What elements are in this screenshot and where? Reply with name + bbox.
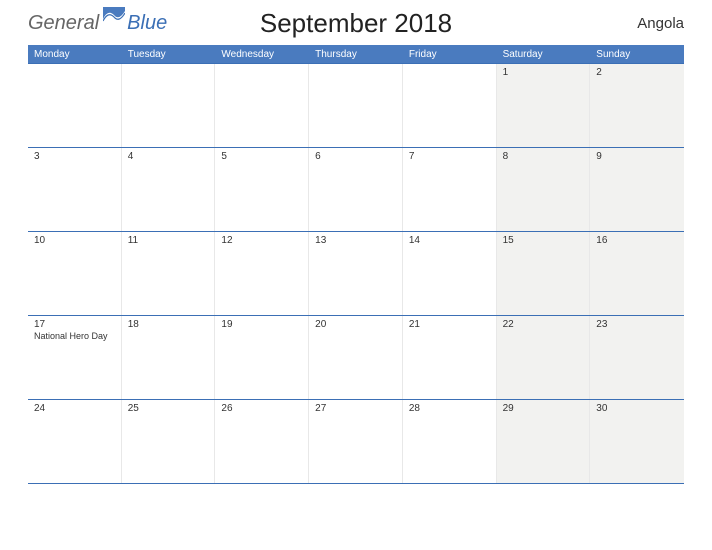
logo-wave-icon — [103, 7, 125, 23]
day-number: 7 — [409, 151, 490, 162]
day-cell: 26 — [215, 400, 309, 483]
day-cell: 18 — [122, 316, 216, 399]
day-number: 8 — [503, 151, 584, 162]
day-number: 19 — [221, 319, 302, 330]
day-cell: 13 — [309, 232, 403, 315]
day-number: 20 — [315, 319, 396, 330]
day-cell: 21 — [403, 316, 497, 399]
week-row: 10 11 12 13 14 15 16 — [28, 231, 684, 315]
calendar-grid: MondayTuesdayWednesdayThursdayFridaySatu… — [28, 45, 684, 483]
week-row: 17National Hero Day 18 19 20 21 22 23 — [28, 315, 684, 399]
day-cell: 6 — [309, 148, 403, 231]
day-number: 2 — [596, 67, 678, 78]
week-row: 3 4 5 6 7 8 9 — [28, 147, 684, 231]
day-cell — [403, 64, 497, 147]
day-cell: 10 — [28, 232, 122, 315]
day-cell — [309, 64, 403, 147]
logo: General Blue — [28, 12, 167, 35]
week-row: 12 — [28, 63, 684, 147]
day-number: 1 — [503, 67, 584, 78]
day-number: 29 — [503, 403, 584, 414]
day-cell: 1 — [497, 64, 591, 147]
weekday-label: Wednesday — [215, 46, 309, 63]
weekday-label: Sunday — [590, 46, 684, 63]
calendar-title: September 2018 — [260, 8, 452, 39]
day-cell: 23 — [590, 316, 684, 399]
day-number: 30 — [596, 403, 678, 414]
day-cell: 30 — [590, 400, 684, 483]
day-number: 10 — [34, 235, 115, 246]
day-cell: 17National Hero Day — [28, 316, 122, 399]
day-cell: 11 — [122, 232, 216, 315]
day-cell — [215, 64, 309, 147]
day-cell: 12 — [215, 232, 309, 315]
day-cell: 3 — [28, 148, 122, 231]
weekday-label: Thursday — [309, 46, 403, 63]
day-cell: 2 — [590, 64, 684, 147]
logo-text-blue: Blue — [127, 12, 167, 35]
day-number: 11 — [128, 235, 209, 246]
day-cell: 7 — [403, 148, 497, 231]
logo-text-general: General — [28, 12, 99, 35]
day-cell: 5 — [215, 148, 309, 231]
day-number: 28 — [409, 403, 490, 414]
day-cell — [28, 64, 122, 147]
day-cell: 25 — [122, 400, 216, 483]
day-cell: 27 — [309, 400, 403, 483]
day-number: 6 — [315, 151, 396, 162]
weekday-label: Monday — [28, 46, 122, 63]
day-number: 16 — [596, 235, 678, 246]
day-cell: 15 — [497, 232, 591, 315]
day-number: 22 — [503, 319, 584, 330]
day-cell: 19 — [215, 316, 309, 399]
day-number: 27 — [315, 403, 396, 414]
day-cell: 14 — [403, 232, 497, 315]
calendar-bottom-border — [28, 483, 684, 484]
day-cell: 9 — [590, 148, 684, 231]
day-cell: 22 — [497, 316, 591, 399]
weekday-label: Friday — [403, 46, 497, 63]
region-label: Angola — [637, 15, 684, 32]
day-cell: 16 — [590, 232, 684, 315]
day-number: 25 — [128, 403, 209, 414]
day-cell — [122, 64, 216, 147]
day-number: 26 — [221, 403, 302, 414]
day-number: 9 — [596, 151, 678, 162]
week-row: 24 25 26 27 28 29 30 — [28, 399, 684, 483]
day-cell: 8 — [497, 148, 591, 231]
weekday-header-row: MondayTuesdayWednesdayThursdayFridaySatu… — [28, 45, 684, 63]
day-cell: 29 — [497, 400, 591, 483]
day-cell: 28 — [403, 400, 497, 483]
day-number: 5 — [221, 151, 302, 162]
calendar-header: General Blue September 2018 Angola — [0, 0, 712, 45]
day-event: National Hero Day — [34, 331, 115, 341]
day-number: 15 — [503, 235, 584, 246]
day-number: 24 — [34, 403, 115, 414]
day-number: 23 — [596, 319, 678, 330]
day-number: 21 — [409, 319, 490, 330]
day-number: 18 — [128, 319, 209, 330]
day-cell: 20 — [309, 316, 403, 399]
day-cell: 24 — [28, 400, 122, 483]
day-number: 13 — [315, 235, 396, 246]
day-number: 14 — [409, 235, 490, 246]
day-number: 12 — [221, 235, 302, 246]
day-cell: 4 — [122, 148, 216, 231]
day-number: 4 — [128, 151, 209, 162]
day-number: 3 — [34, 151, 115, 162]
weekday-label: Saturday — [497, 46, 591, 63]
weekday-label: Tuesday — [122, 46, 216, 63]
day-number: 17 — [34, 319, 115, 330]
